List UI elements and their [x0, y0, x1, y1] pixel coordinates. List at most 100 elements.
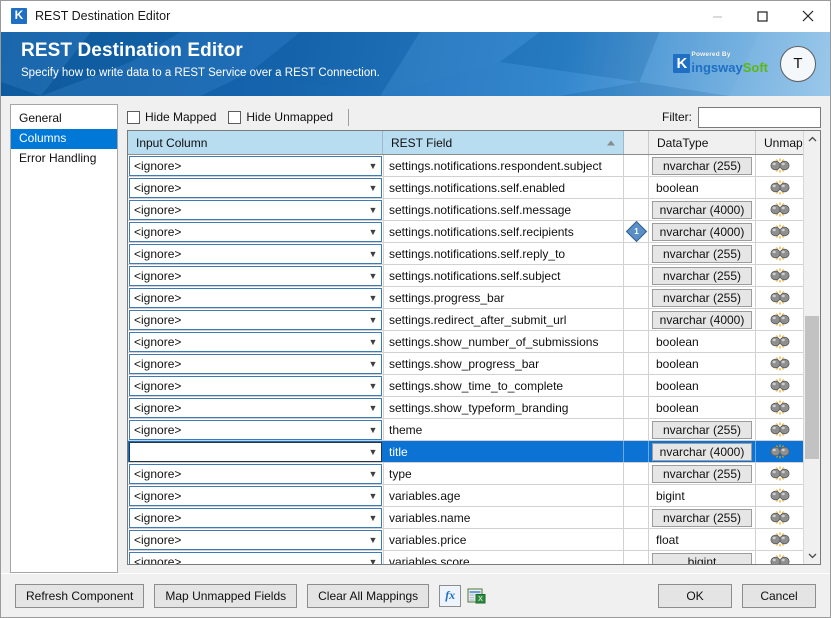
input-column-dropdown[interactable]: <ignore> ▼ [129, 155, 382, 176]
datatype-cell[interactable]: boolean [649, 177, 756, 198]
chevron-down-icon[interactable]: ▼ [365, 337, 381, 347]
rest-field-cell[interactable]: variables.price [383, 529, 624, 550]
table-row[interactable]: <ignore> ▼ settings.show_typeform_branding… [128, 397, 803, 419]
chevron-down-icon[interactable]: ▼ [365, 271, 381, 281]
table-row[interactable]: <ignore> ▼ settings.notifications.responde… [128, 155, 803, 177]
table-row[interactable]: <ignore> ▼ settings.progress_bar nvarchar (… [128, 287, 803, 309]
chevron-down-icon[interactable]: ▼ [365, 403, 381, 413]
input-column-cell[interactable]: <ignore> ▼ [128, 419, 383, 440]
chevron-down-icon[interactable]: ▼ [365, 469, 381, 479]
datatype-cell[interactable]: nvarchar (255) [649, 155, 756, 176]
chevron-down-icon[interactable]: ▼ [365, 249, 381, 259]
table-row[interactable]: <ignore> ▼ theme nvarchar (255) [128, 419, 803, 441]
datatype-cell[interactable]: nvarchar (4000) [649, 309, 756, 330]
datatype-cell[interactable]: nvarchar (4000) [649, 441, 756, 462]
datatype-cell[interactable]: nvarchar (4000) [649, 221, 756, 242]
cancel-button[interactable]: Cancel [742, 583, 816, 608]
unmap-cell[interactable] [756, 375, 803, 396]
column-header-datatype[interactable]: DataType [649, 131, 756, 154]
ok-button[interactable]: OK [658, 583, 732, 608]
input-column-dropdown[interactable]: <ignore> ▼ [129, 309, 382, 330]
table-row[interactable]: <ignore> ▼ settings.show_number_of_submiss… [128, 331, 803, 353]
rest-field-cell[interactable]: settings.progress_bar [383, 287, 624, 308]
input-column-cell[interactable]: <ignore> ▼ [128, 397, 383, 418]
input-column-dropdown[interactable]: <ignore> ▼ [129, 463, 382, 484]
input-column-dropdown[interactable]: <ignore> ▼ [129, 485, 382, 506]
minimize-icon[interactable] [695, 1, 740, 32]
unmap-cell[interactable] [756, 309, 803, 330]
rest-field-cell[interactable]: variables.name [383, 507, 624, 528]
unmap-cell[interactable] [756, 507, 803, 528]
rest-field-cell[interactable]: theme [383, 419, 624, 440]
datatype-cell[interactable]: boolean [649, 375, 756, 396]
hide-mapped-checkbox[interactable]: Hide Mapped [127, 110, 216, 124]
scrollbar-track[interactable] [804, 148, 820, 547]
input-column-dropdown[interactable]: <ignore> ▼ [129, 265, 382, 286]
input-column-dropdown[interactable]: <ignore> ▼ [129, 331, 382, 352]
datatype-button[interactable]: nvarchar (255) [652, 288, 752, 307]
datatype-cell[interactable]: boolean [649, 331, 756, 352]
chevron-down-icon[interactable]: ▼ [365, 227, 381, 237]
datatype-button[interactable]: nvarchar (4000) [652, 442, 752, 461]
scroll-down-icon[interactable] [804, 547, 820, 564]
unmap-cell[interactable] [756, 463, 803, 484]
scrollbar-thumb[interactable] [805, 315, 819, 460]
input-column-dropdown[interactable]: <ignore> ▼ [129, 353, 382, 374]
unmap-cell[interactable] [756, 331, 803, 352]
chevron-down-icon[interactable]: ▼ [365, 183, 381, 193]
datatype-button[interactable]: nvarchar (255) [652, 266, 752, 285]
table-row[interactable]: <ignore> ▼ settings.notifications.self.rep… [128, 243, 803, 265]
hide-unmapped-checkbox[interactable]: Hide Unmapped [228, 110, 333, 124]
input-column-dropdown[interactable]: <ignore> ▼ [129, 551, 382, 564]
unmap-cell[interactable] [756, 529, 803, 550]
datatype-cell[interactable]: nvarchar (255) [649, 243, 756, 264]
input-column-dropdown[interactable]: <ignore> ▼ [129, 221, 382, 242]
datatype-cell[interactable]: boolean [649, 397, 756, 418]
chevron-down-icon[interactable]: ▼ [365, 359, 381, 369]
rest-field-cell[interactable]: settings.notifications.self.reply_to [383, 243, 624, 264]
input-column-cell[interactable]: <ignore> ▼ [128, 287, 383, 308]
sidebar-item-columns[interactable]: Columns [11, 129, 117, 149]
hide-unmapped-checkbox-box[interactable] [228, 110, 242, 124]
rest-field-cell[interactable]: type [383, 463, 624, 484]
clear-all-mappings-button[interactable]: Clear All Mappings [307, 583, 430, 608]
table-row[interactable]: <ignore> ▼ variables.price float [128, 529, 803, 551]
datatype-cell[interactable]: nvarchar (255) [649, 463, 756, 484]
input-column-cell[interactable]: <ignore> ▼ [128, 265, 383, 286]
input-column-dropdown[interactable]: <ignore> ▼ [129, 375, 382, 396]
unmap-cell[interactable] [756, 441, 803, 462]
datatype-button[interactable]: nvarchar (4000) [652, 222, 752, 241]
rest-field-cell[interactable]: settings.notifications.self.message [383, 199, 624, 220]
column-header-rest-field[interactable]: REST Field [383, 131, 624, 154]
export-mappings-icon[interactable]: X [465, 585, 487, 607]
input-column-dropdown[interactable]: <ignore> ▼ [129, 419, 382, 440]
input-column-cell[interactable]: <ignore> ▼ [128, 331, 383, 352]
input-column-cell[interactable]: <ignore> ▼ [128, 155, 383, 176]
input-column-dropdown[interactable]: <ignore> ▼ [129, 287, 382, 308]
chevron-down-icon[interactable]: ▼ [365, 293, 381, 303]
datatype-button[interactable]: nvarchar (255) [652, 156, 752, 175]
table-row[interactable]: AddressLine1 ▼ title nvarchar (4000) [128, 441, 803, 463]
grid-vertical-scrollbar[interactable] [803, 131, 820, 564]
map-unmapped-fields-button[interactable]: Map Unmapped Fields [154, 583, 298, 608]
input-column-cell[interactable]: <ignore> ▼ [128, 177, 383, 198]
chevron-down-icon[interactable]: ▼ [365, 535, 381, 545]
input-column-cell[interactable]: <ignore> ▼ [128, 485, 383, 506]
datatype-cell[interactable]: nvarchar (255) [649, 419, 756, 440]
unmap-cell[interactable] [756, 353, 803, 374]
input-column-dropdown[interactable]: AddressLine1 ▼ [129, 441, 382, 462]
input-column-cell[interactable]: <ignore> ▼ [128, 551, 383, 564]
input-column-dropdown[interactable]: <ignore> ▼ [129, 529, 382, 550]
rest-field-cell[interactable]: title [383, 441, 624, 462]
chevron-down-icon[interactable]: ▼ [365, 315, 381, 325]
rest-field-cell[interactable]: settings.show_typeform_branding [383, 397, 624, 418]
datatype-button[interactable]: nvarchar (255) [652, 464, 752, 483]
datatype-cell[interactable]: nvarchar (255) [649, 287, 756, 308]
chevron-down-icon[interactable]: ▼ [365, 161, 381, 171]
datatype-cell[interactable]: bigint [649, 551, 756, 564]
unmap-cell[interactable] [756, 243, 803, 264]
input-column-cell[interactable]: <ignore> ▼ [128, 309, 383, 330]
rest-field-cell[interactable]: variables.score [383, 551, 624, 564]
datatype-button[interactable]: nvarchar (255) [652, 244, 752, 263]
datatype-cell[interactable]: nvarchar (255) [649, 507, 756, 528]
